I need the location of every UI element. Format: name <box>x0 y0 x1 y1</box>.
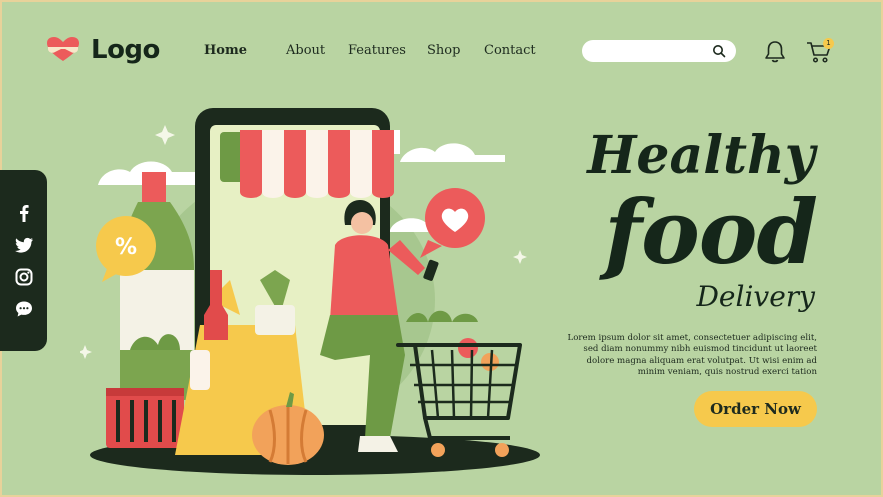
nav-about[interactable]: About <box>286 43 325 58</box>
sparkle <box>80 345 92 359</box>
svg-text:%: % <box>115 235 137 260</box>
order-now-button[interactable]: Order Now <box>694 391 817 427</box>
logo-text: Logo <box>91 35 160 65</box>
hero-title-line1: Healthy <box>587 125 815 186</box>
hero-title-line3: Delivery <box>696 280 815 313</box>
awning <box>240 130 400 198</box>
cart-badge: 1 <box>823 38 834 49</box>
chat-icon[interactable] <box>14 299 34 319</box>
hero-description: Lorem ipsum dolor sit amet, consectetuer… <box>567 332 818 378</box>
bell-icon[interactable] <box>764 40 786 64</box>
sparkle <box>155 125 175 145</box>
sparkle <box>513 250 527 264</box>
search-icon[interactable] <box>712 44 726 58</box>
heart-bubble <box>420 188 485 258</box>
twitter-icon[interactable] <box>14 235 34 255</box>
nav-shop[interactable]: Shop <box>427 43 460 58</box>
nav-features[interactable]: Features <box>348 43 406 58</box>
hero-title-line2: food <box>604 180 818 284</box>
hero-illustration: % <box>80 108 540 475</box>
bottle <box>120 172 194 400</box>
heart-glasses-icon <box>47 37 79 61</box>
nav-home[interactable]: Home <box>204 43 247 58</box>
nav-contact[interactable]: Contact <box>484 43 536 58</box>
social-sidebar <box>0 170 47 351</box>
logo[interactable]: Logo <box>47 35 160 65</box>
instagram-icon[interactable] <box>14 267 34 287</box>
cloud-right <box>400 143 505 162</box>
facebook-icon[interactable] <box>14 203 34 223</box>
